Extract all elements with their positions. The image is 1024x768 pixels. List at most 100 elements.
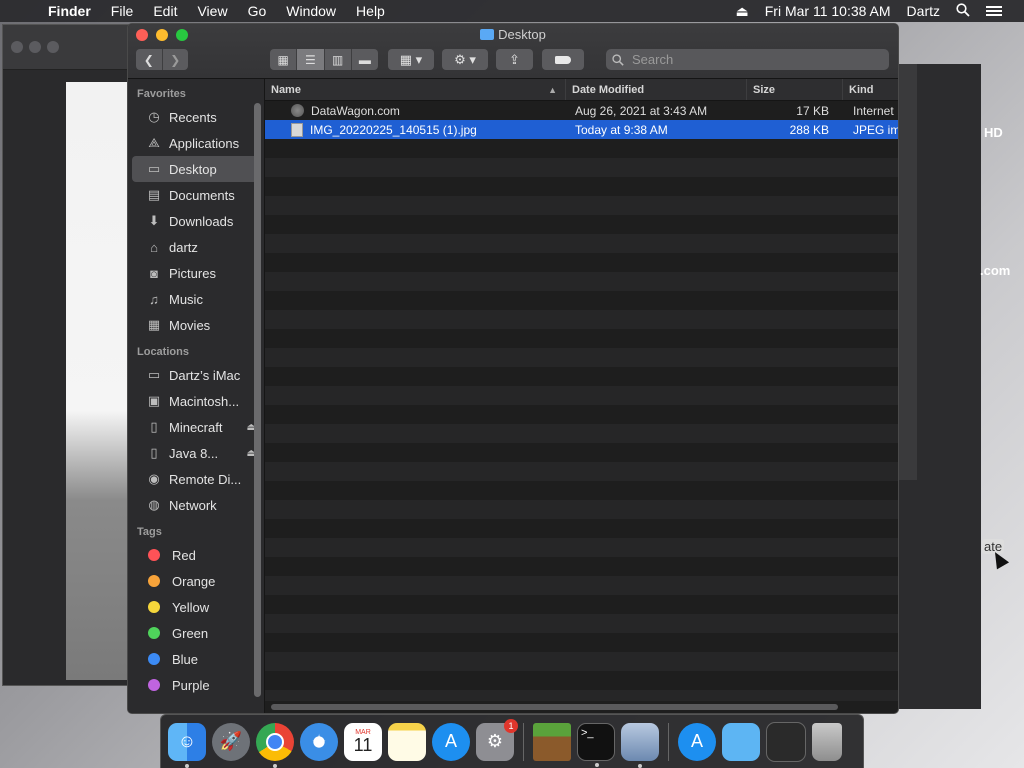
toolbar: Desktop ❮ ❯ ▦ ☰ ▥ ▬ ▦ ▾ ⚙ ▾ ⇪ [128,24,898,79]
eject-icon[interactable]: ⏏ [728,3,757,20]
tag-color-dot [148,653,160,665]
film-icon: ▦ [147,317,161,332]
sidebar-tag-red[interactable]: Red [128,542,264,568]
dock-folder-icon[interactable] [722,722,760,761]
document-icon: ▤ [147,187,161,202]
image-file-icon [291,122,303,137]
dock-chrome-icon[interactable] [256,722,294,768]
sidebar-item-recents[interactable]: ◷ Recents [128,104,264,130]
dock-app-store-icon-2[interactable]: A [678,722,716,761]
dock-minecraft-icon[interactable] [533,722,571,761]
view-switcher: ▦ ☰ ▥ ▬ [270,49,378,70]
sidebar-item-desktop[interactable]: ▭ Desktop [132,156,260,182]
dock-app-store-icon[interactable]: A [432,722,470,761]
sidebar-item-java[interactable]: ▯ Java 8... ⏏ [128,440,264,466]
tag-color-dot [148,627,160,639]
menu-bar: Finder File Edit View Go Window Help ⏏ F… [0,0,1024,22]
home-icon: ⌂ [150,239,158,255]
sidebar-scrollbar[interactable] [254,103,261,697]
column-header-name[interactable]: Name ▲ [265,79,566,100]
search-input[interactable] [630,51,874,68]
menu-edit[interactable]: Edit [143,3,187,19]
sidebar-tag-green[interactable]: Green [128,620,264,646]
file-row[interactable]: DataWagon.com Aug 26, 2021 at 3:43 AM 17… [265,101,898,120]
dock-terminal-icon[interactable]: >_ [577,722,615,767]
sidebar-item-pictures[interactable]: ◙ Pictures [128,260,264,286]
group-button[interactable]: ▦ ▾ [388,49,434,70]
menu-go[interactable]: Go [238,3,277,19]
action-button[interactable]: ⚙ ▾ [442,49,488,70]
desktop-label-hd[interactable]: HD [984,125,1003,140]
menu-view[interactable]: View [187,3,237,19]
menu-window[interactable]: Window [276,3,346,19]
file-list: Name ▲ Date Modified Size Kind DataWagon… [265,79,898,713]
list-header: Name ▲ Date Modified Size Kind [265,79,898,101]
sidebar-item-documents[interactable]: ▤ Documents [128,182,264,208]
column-header-date[interactable]: Date Modified [566,79,747,100]
dock-trash-icon[interactable] [812,722,842,761]
list-view-button[interactable]: ☰ [297,49,325,70]
search-field[interactable] [606,49,889,70]
notification-badge: 1 [504,718,518,733]
download-icon: ⬇ [148,213,160,228]
sidebar-item-imac[interactable]: ▭ Dartz’s iMac [128,362,264,388]
dock-launchpad-icon[interactable]: 🚀 [212,722,250,761]
forward-button[interactable]: ❯ [163,49,189,70]
sidebar: Favorites ◷ Recents ⟁ Applications ▭ Deskto… [128,79,265,713]
sidebar-header-favorites: Favorites [137,88,186,100]
sidebar-item-movies[interactable]: ▦ Movies [128,312,264,338]
column-view-button[interactable]: ▥ [325,49,352,70]
background-photo [66,82,132,680]
music-icon: ♫ [149,291,159,307]
dock-preview-icon[interactable] [621,722,659,768]
sidebar-item-applications[interactable]: ⟁ Applications [128,130,264,156]
sidebar-item-remote-disc[interactable]: ◉ Remote Di... [128,466,264,492]
gallery-view-button[interactable]: ▬ [352,49,378,70]
dock-safari-icon[interactable]: ✦ [300,722,338,761]
dock-system-preferences-icon[interactable]: ⚙ 1 [476,718,518,761]
horizontal-scrollbar[interactable] [271,704,838,710]
search-icon [612,53,624,66]
dock: ☺ 🚀 ✦ MAR 11 A ⚙ 1 >_ A [160,714,864,768]
menu-user[interactable]: Dartz [899,3,948,19]
share-button[interactable]: ⇪ [496,49,533,70]
clock-icon: ◷ [148,109,160,124]
dock-notes-icon[interactable] [388,722,426,761]
column-header-size[interactable]: Size [747,79,843,100]
sidebar-item-macintosh-hd[interactable]: ▣ Macintosh... [128,388,264,414]
sidebar-item-minecraft[interactable]: ▯ Minecraft ⏏ [128,414,264,440]
folder-icon [480,29,495,40]
dock-separator [523,722,524,761]
desktop-icon: ▭ [147,161,161,176]
back-button[interactable]: ❮ [136,49,163,70]
camera-icon: ◙ [150,265,158,281]
menu-file[interactable]: File [101,3,144,19]
sidebar-item-music[interactable]: ♫ Music [128,286,264,312]
tag-color-dot [148,601,160,613]
sidebar-item-home[interactable]: ⌂ dartz [128,234,264,260]
internet-location-icon [291,104,304,117]
desktop-label-com[interactable]: .com [980,263,1010,278]
sidebar-tag-blue[interactable]: Blue [128,646,264,672]
sidebar-tag-yellow[interactable]: Yellow [128,594,264,620]
dock-activity-icon[interactable] [766,721,806,762]
finder-window: Desktop ❮ ❯ ▦ ☰ ▥ ▬ ▦ ▾ ⚙ ▾ ⇪ Favor [127,23,899,714]
column-header-kind[interactable]: Kind [843,79,898,100]
menu-app-finder[interactable]: Finder [44,3,101,19]
dock-calendar-icon[interactable]: MAR 11 [344,722,382,761]
menu-clock[interactable]: Fri Mar 11 10:38 AM [757,3,899,19]
sidebar-header-locations: Locations [137,346,189,358]
sidebar-item-downloads[interactable]: ⬇ Downloads [128,208,264,234]
spotlight-icon[interactable] [948,2,978,20]
sidebar-tag-purple[interactable]: Purple [128,672,264,698]
dock-finder-icon[interactable]: ☺ [168,722,206,768]
sidebar-item-network[interactable]: ◍ Network [128,492,264,518]
sidebar-tag-orange[interactable]: Orange [128,568,264,594]
tags-button[interactable] [542,49,584,70]
file-rows: DataWagon.com Aug 26, 2021 at 3:43 AM 17… [265,101,898,701]
menu-help[interactable]: Help [346,3,395,19]
notification-center-icon[interactable] [978,6,1010,16]
icon-view-button[interactable]: ▦ [270,49,298,70]
file-row-selected[interactable]: IMG_20220225_140515 (1).jpg Today at 9:3… [265,120,898,139]
imac-icon: ▭ [147,367,161,382]
